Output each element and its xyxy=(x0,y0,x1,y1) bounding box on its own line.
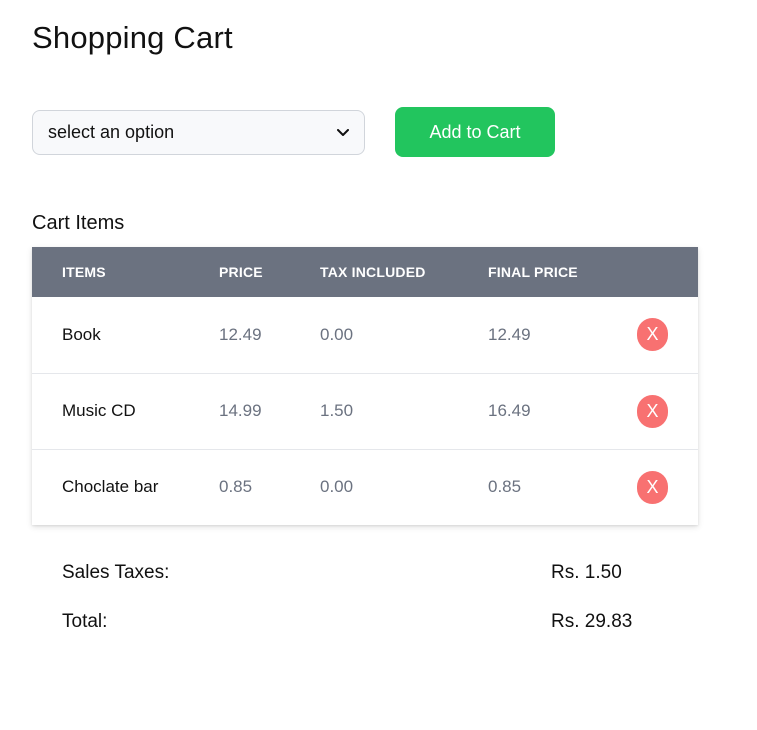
column-header-price: PRICE xyxy=(219,264,263,280)
item-tax: 1.50 xyxy=(320,401,354,420)
item-final-price: 16.49 xyxy=(488,401,531,420)
product-select[interactable]: select an option xyxy=(32,110,365,155)
page-title: Shopping Cart xyxy=(32,20,233,55)
total-value: Rs. 29.83 xyxy=(551,611,633,632)
table-row: Choclate bar 0.85 0.00 0.85 X xyxy=(32,449,698,525)
item-action-cell: X xyxy=(637,297,698,373)
sales-taxes-value: Rs. 1.50 xyxy=(551,562,622,583)
remove-item-button[interactable]: X xyxy=(637,470,668,504)
item-tax: 0.00 xyxy=(320,324,354,344)
item-price: 14.99 xyxy=(219,401,262,420)
chevron-down-icon xyxy=(336,126,350,140)
item-tax: 0.00 xyxy=(320,477,354,497)
item-name: Book xyxy=(62,324,101,344)
total-label: Total: xyxy=(62,611,108,632)
sales-taxes-label: Sales Taxes: xyxy=(62,562,170,583)
item-final-price: 0.85 xyxy=(488,477,522,497)
table-row: Book 12.49 0.00 12.49 X xyxy=(32,297,698,373)
column-header-final-price: FINAL PRICE xyxy=(488,264,578,280)
item-action-cell: X xyxy=(637,373,698,449)
cart-table-header-row: ITEMS PRICE TAX INCLUDED FINAL PRICE xyxy=(32,247,698,297)
remove-item-button[interactable]: X xyxy=(637,318,668,352)
column-header-tax-included: TAX INCLUDED xyxy=(320,264,426,280)
column-header-actions xyxy=(637,247,698,297)
table-row: Music CD 14.99 1.50 16.49 X xyxy=(32,373,698,449)
item-price: 0.85 xyxy=(219,477,253,497)
column-header-items: ITEMS xyxy=(62,264,106,280)
item-price: 12.49 xyxy=(219,324,262,344)
cart-items-heading: Cart Items xyxy=(32,212,125,234)
select-selected-value: select an option xyxy=(48,122,175,142)
item-final-price: 12.49 xyxy=(488,324,531,344)
item-name: Music CD xyxy=(62,401,136,420)
cart-table: ITEMS PRICE TAX INCLUDED FINAL PRICE Boo… xyxy=(32,247,698,525)
remove-item-button[interactable]: X xyxy=(637,394,668,428)
add-to-cart-button[interactable]: Add to Cart xyxy=(395,107,555,157)
item-name: Choclate bar xyxy=(62,477,159,497)
item-action-cell: X xyxy=(637,449,698,525)
